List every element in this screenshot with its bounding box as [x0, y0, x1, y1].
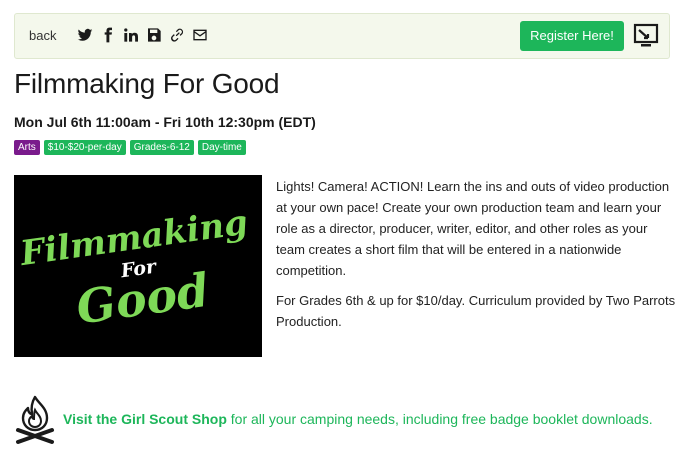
linkedin-icon[interactable]: [123, 27, 139, 43]
tag-arts[interactable]: Arts: [14, 140, 40, 155]
back-link[interactable]: back: [29, 28, 56, 43]
event-description: Lights! Camera! ACTION! Learn the ins an…: [276, 176, 676, 341]
email-icon[interactable]: [192, 27, 208, 43]
shop-promo: Visit the Girl Scout Shop for all your c…: [12, 394, 684, 450]
save-icon[interactable]: [146, 27, 162, 43]
link-icon[interactable]: [169, 27, 185, 43]
tag-grades[interactable]: Grades-6-12: [129, 140, 194, 155]
facebook-icon[interactable]: [100, 27, 116, 43]
description-paragraph: For Grades 6th & up for $10/day. Curricu…: [276, 293, 676, 329]
event-image: Filmmaking For Good: [14, 175, 262, 357]
screen-share-icon[interactable]: [633, 23, 659, 49]
tag-time[interactable]: Day-time: [197, 140, 246, 155]
event-dates: Mon Jul 6th 11:00am - Fri 10th 12:30pm (…: [14, 114, 316, 130]
shop-promo-text: Visit the Girl Scout Shop for all your c…: [63, 411, 653, 427]
share-icons: [77, 27, 208, 43]
page-title: Filmmaking For Good: [14, 68, 280, 99]
shop-promo-rest: for all your camping needs, including fr…: [226, 411, 653, 427]
description-paragraph: Lights! Camera! ACTION! Learn the ins an…: [276, 179, 670, 278]
twitter-icon[interactable]: [77, 27, 93, 43]
tag-list: Arts $10-$20-per-day Grades-6-12 Day-tim…: [14, 140, 246, 155]
event-toolbar: back Register Here!: [14, 13, 670, 59]
campfire-icon: [12, 394, 58, 446]
register-button[interactable]: Register Here!: [520, 21, 624, 51]
tag-price[interactable]: $10-$20-per-day: [43, 140, 126, 155]
shop-link[interactable]: Visit the Girl Scout Shop: [63, 411, 227, 427]
